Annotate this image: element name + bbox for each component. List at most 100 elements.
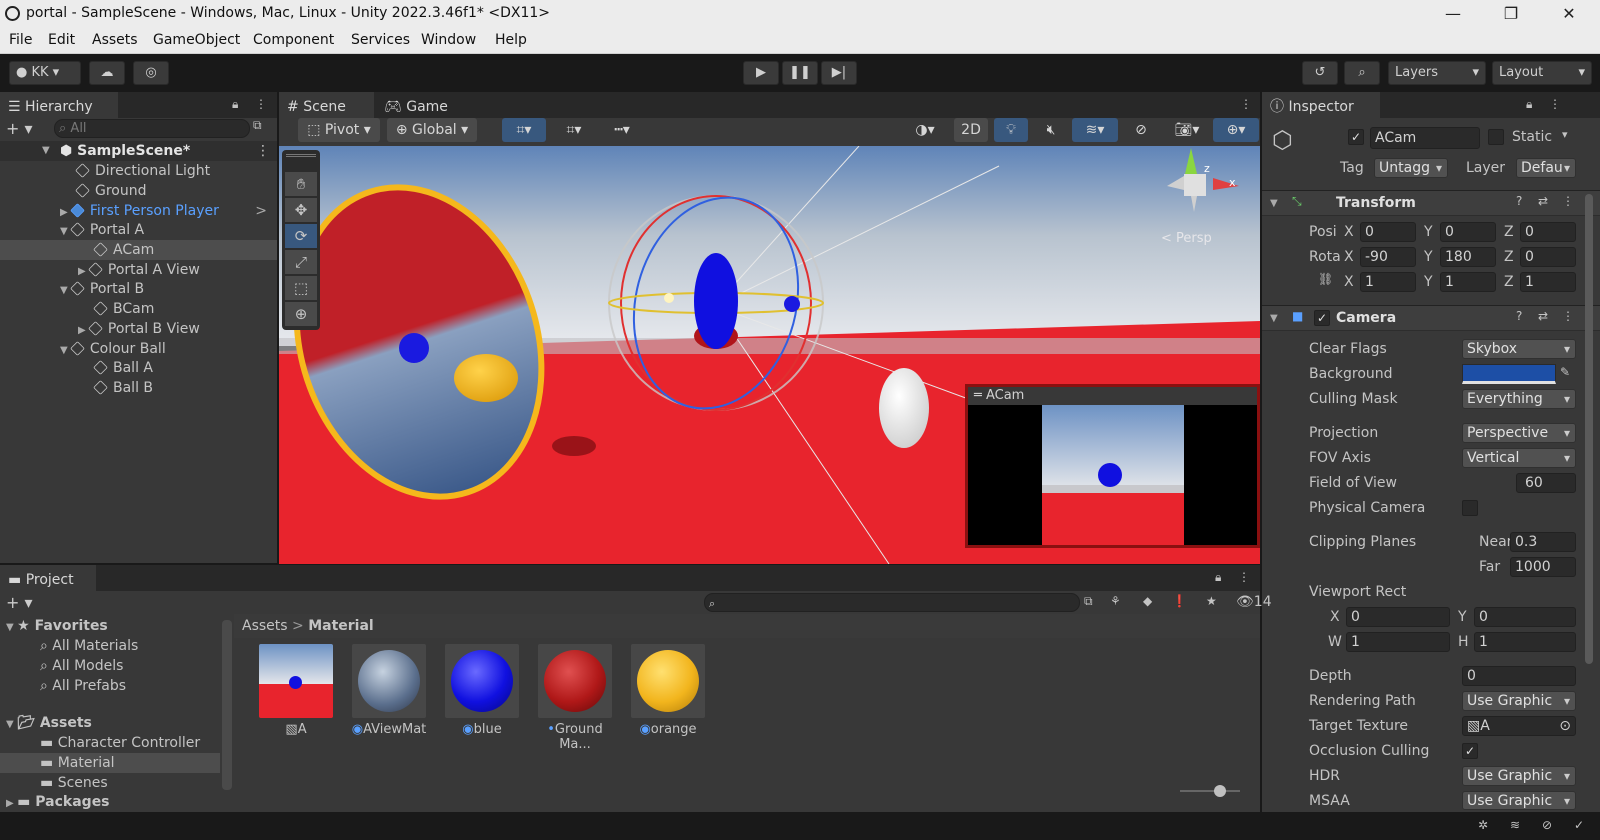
history-icon[interactable]: ↺ <box>1302 61 1338 85</box>
palette-handle[interactable] <box>286 154 316 157</box>
collapse-caret-icon[interactable]: ▼ <box>1270 198 1278 209</box>
viewport-y-field[interactable]: 0 <box>1474 607 1576 627</box>
hidden-objects-icon[interactable]: ⊘ <box>1124 118 1158 142</box>
step-button[interactable]: ▶| <box>821 61 857 85</box>
scene-menu-icon[interactable]: ⋮ <box>256 141 270 161</box>
camera-settings-dropdown[interactable]: 📷︎▾ <box>1164 118 1210 142</box>
favorite-item[interactable]: ⌕ All Models <box>40 656 123 676</box>
tab-game[interactable]: 🎮︎ Game <box>376 92 456 118</box>
static-dropdown-icon[interactable]: ▾ <box>1562 128 1568 141</box>
tab-scene[interactable]: # Scene <box>279 92 374 118</box>
rotate-tool-icon[interactable]: ⟳ <box>285 224 317 248</box>
viewport-w-field[interactable]: 1 <box>1346 632 1450 652</box>
viewport-x-field[interactable]: 0 <box>1346 607 1450 627</box>
play-button[interactable]: ▶ <box>743 61 779 85</box>
breadcrumb-material[interactable]: Material <box>308 618 374 634</box>
folder-item[interactable]: ▬ Character Controller <box>40 733 200 753</box>
active-checkbox[interactable]: ✓ <box>1348 129 1364 145</box>
cache-server-icon[interactable]: ≋ <box>1510 818 1520 832</box>
hierarchy-item[interactable]: ▼ Colour Ball <box>60 339 166 359</box>
expand-caret-icon[interactable]: ▶ <box>60 207 71 218</box>
add-object-button[interactable]: + ▾ <box>6 119 33 138</box>
static-checkbox[interactable] <box>1488 129 1504 145</box>
transform-tool-icon[interactable]: ⊕ <box>285 302 317 326</box>
more-options-icon[interactable]: ⋮ <box>1549 97 1561 111</box>
asset-item[interactable]: ◉AViewMat <box>349 644 429 737</box>
increment-snap-button[interactable]: ┅▾ <box>600 118 644 142</box>
asset-item[interactable]: ▧A <box>256 644 336 737</box>
hidden-packages-toggle[interactable]: 👁︎14 <box>1236 594 1272 610</box>
hierarchy-item[interactable]: Ball B <box>93 378 153 398</box>
hierarchy-item[interactable]: Ground <box>75 181 147 201</box>
status-ok-icon[interactable]: ✓ <box>1574 818 1584 832</box>
scale-y-field[interactable]: 1 <box>1440 272 1496 292</box>
scene-root-row[interactable]: ▼ ⬢ SampleScene* ⋮ <box>0 141 277 161</box>
preset-icon[interactable]: ⇄ <box>1538 309 1548 323</box>
more-options-icon[interactable]: ⋮ <box>1238 570 1250 584</box>
layers-dropdown[interactable]: Layers ▾ <box>1388 61 1486 85</box>
tab-hierarchy[interactable]: ☰ Hierarchy <box>0 92 118 118</box>
collab-icon[interactable]: ◎ <box>133 61 169 85</box>
fov-field[interactable]: 60 <box>1516 473 1576 493</box>
object-picker-icon[interactable]: ⊙ <box>1559 717 1571 735</box>
component-menu-icon[interactable]: ⋮ <box>1562 309 1574 323</box>
scene-viewport[interactable]: x z y < Persp ✋︎ ✥ ⟳ ⤢ ⬚ ⊕ ═ ACam <box>279 146 1260 564</box>
scale-tool-icon[interactable]: ⤢ <box>285 250 317 274</box>
lock-icon[interactable]: 🔒︎ <box>232 97 238 112</box>
position-x-field[interactable]: 0 <box>1360 222 1416 242</box>
menu-window[interactable]: Window <box>421 32 476 48</box>
asset-item[interactable]: •Ground Ma... <box>535 644 615 752</box>
hierarchy-item[interactable]: BCam <box>93 299 154 319</box>
rotation-x-field[interactable]: -90 <box>1360 247 1416 267</box>
tag-dropdown[interactable]: Untagg <box>1374 158 1448 178</box>
menu-edit[interactable]: Edit <box>48 32 75 48</box>
shading-mode-button[interactable]: ◑▾ <box>904 118 946 142</box>
hierarchy-item[interactable]: Directional Light <box>75 161 210 181</box>
account-button[interactable]: ● KK ▾ <box>9 61 81 85</box>
culling-mask-dropdown[interactable]: Everything <box>1462 389 1576 409</box>
filter-by-type-icon[interactable]: ⚘ <box>1110 594 1121 608</box>
menu-services[interactable]: Services <box>351 32 410 48</box>
slider-handle[interactable] <box>1214 785 1226 797</box>
hierarchy-item[interactable]: ▶ Portal A View <box>78 260 200 280</box>
position-z-field[interactable]: 0 <box>1520 222 1576 242</box>
expand-caret-icon[interactable]: ▼ <box>60 285 71 296</box>
folder-item[interactable]: ▬ Scenes <box>40 773 108 793</box>
hierarchy-search-input[interactable]: ⌕ All <box>54 119 250 138</box>
rendering-path-dropdown[interactable]: Use Graphic <box>1462 691 1576 711</box>
layer-dropdown[interactable]: Defau <box>1516 158 1576 178</box>
preset-icon[interactable]: ⇄ <box>1538 194 1548 208</box>
hand-tool-icon[interactable]: ✋︎ <box>285 172 317 196</box>
tab-project[interactable]: ▬ Project <box>0 565 96 591</box>
breadcrumb-assets[interactable]: Assets <box>242 618 288 634</box>
open-prefab-icon[interactable]: > <box>255 201 267 221</box>
expand-caret-icon[interactable]: ▼ <box>6 719 17 730</box>
hierarchy-item[interactable]: Ball A <box>93 358 153 378</box>
debug-icon[interactable]: ✲ <box>1478 818 1488 832</box>
hierarchy-item[interactable]: ▶ Portal B View <box>78 319 200 339</box>
rect-tool-icon[interactable]: ⬚ <box>285 276 317 300</box>
expand-caret-icon[interactable]: ▼ <box>6 622 17 633</box>
background-color-swatch[interactable] <box>1462 364 1556 384</box>
search-icon[interactable]: ⌕ <box>1344 61 1380 85</box>
asset-item[interactable]: ◉orange <box>628 644 708 737</box>
move-tool-icon[interactable]: ✥ <box>285 198 317 222</box>
far-field[interactable]: 1000 <box>1510 557 1576 577</box>
menu-gameobject[interactable]: GameObject <box>153 32 240 48</box>
clear-flags-dropdown[interactable]: Skybox <box>1462 339 1576 359</box>
expand-caret-icon[interactable]: ▼ <box>60 345 71 356</box>
transform-header[interactable]: ▼ ⤡ Transform ? ⇄ ⋮ <box>1262 190 1600 216</box>
inspector-scrollbar[interactable] <box>1585 194 1593 664</box>
physical-camera-checkbox[interactable] <box>1462 500 1478 516</box>
menu-file[interactable]: File <box>9 32 32 48</box>
global-dropdown[interactable]: ⊕ Global ▾ <box>387 118 477 142</box>
camera-preview-title[interactable]: ═ ACam <box>968 387 1257 405</box>
project-tree-scrollbar[interactable] <box>222 620 232 790</box>
menu-assets[interactable]: Assets <box>92 32 138 48</box>
menu-help[interactable]: Help <box>495 32 527 48</box>
object-name-field[interactable]: ACam <box>1370 127 1480 149</box>
more-options-icon[interactable]: ⋮ <box>1240 97 1252 111</box>
gizmos-dropdown[interactable]: ⊕▾ <box>1213 118 1259 142</box>
hierarchy-item[interactable]: ▼ Portal A <box>60 220 144 240</box>
restore-button[interactable]: ❐ <box>1488 2 1534 26</box>
